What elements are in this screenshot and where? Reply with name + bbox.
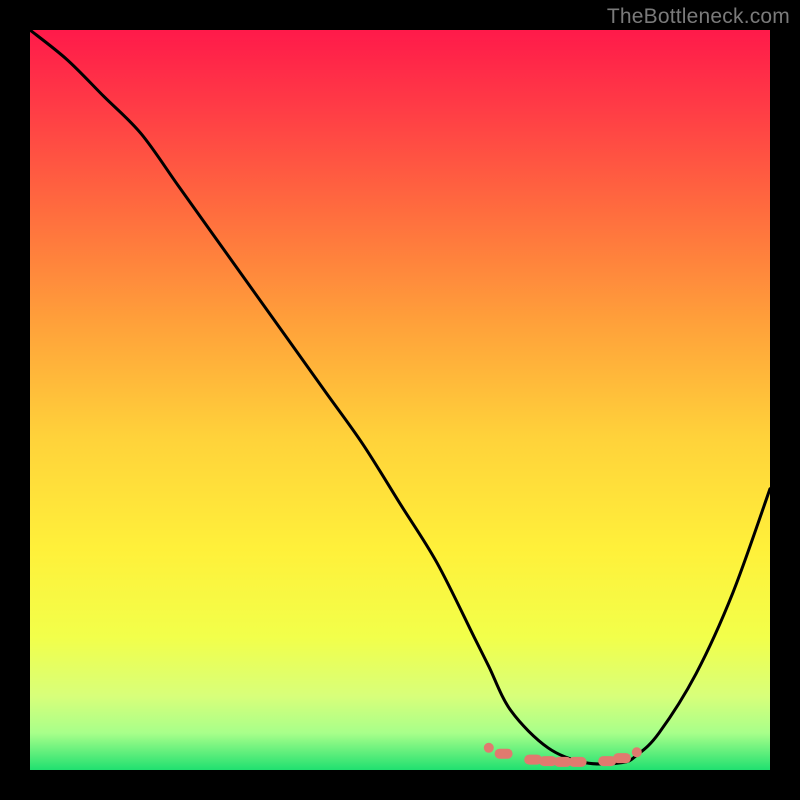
- marker-dot: [613, 753, 631, 763]
- marker-dot: [484, 743, 494, 753]
- plot-area: [30, 30, 770, 770]
- marker-dot: [495, 749, 513, 759]
- bottleneck-curve: [30, 30, 770, 764]
- marker-dot: [632, 747, 642, 757]
- attribution-text: TheBottleneck.com: [607, 5, 790, 29]
- chart-container: TheBottleneck.com: [0, 0, 800, 800]
- marker-dot: [569, 757, 587, 767]
- curve-layer: [30, 30, 770, 770]
